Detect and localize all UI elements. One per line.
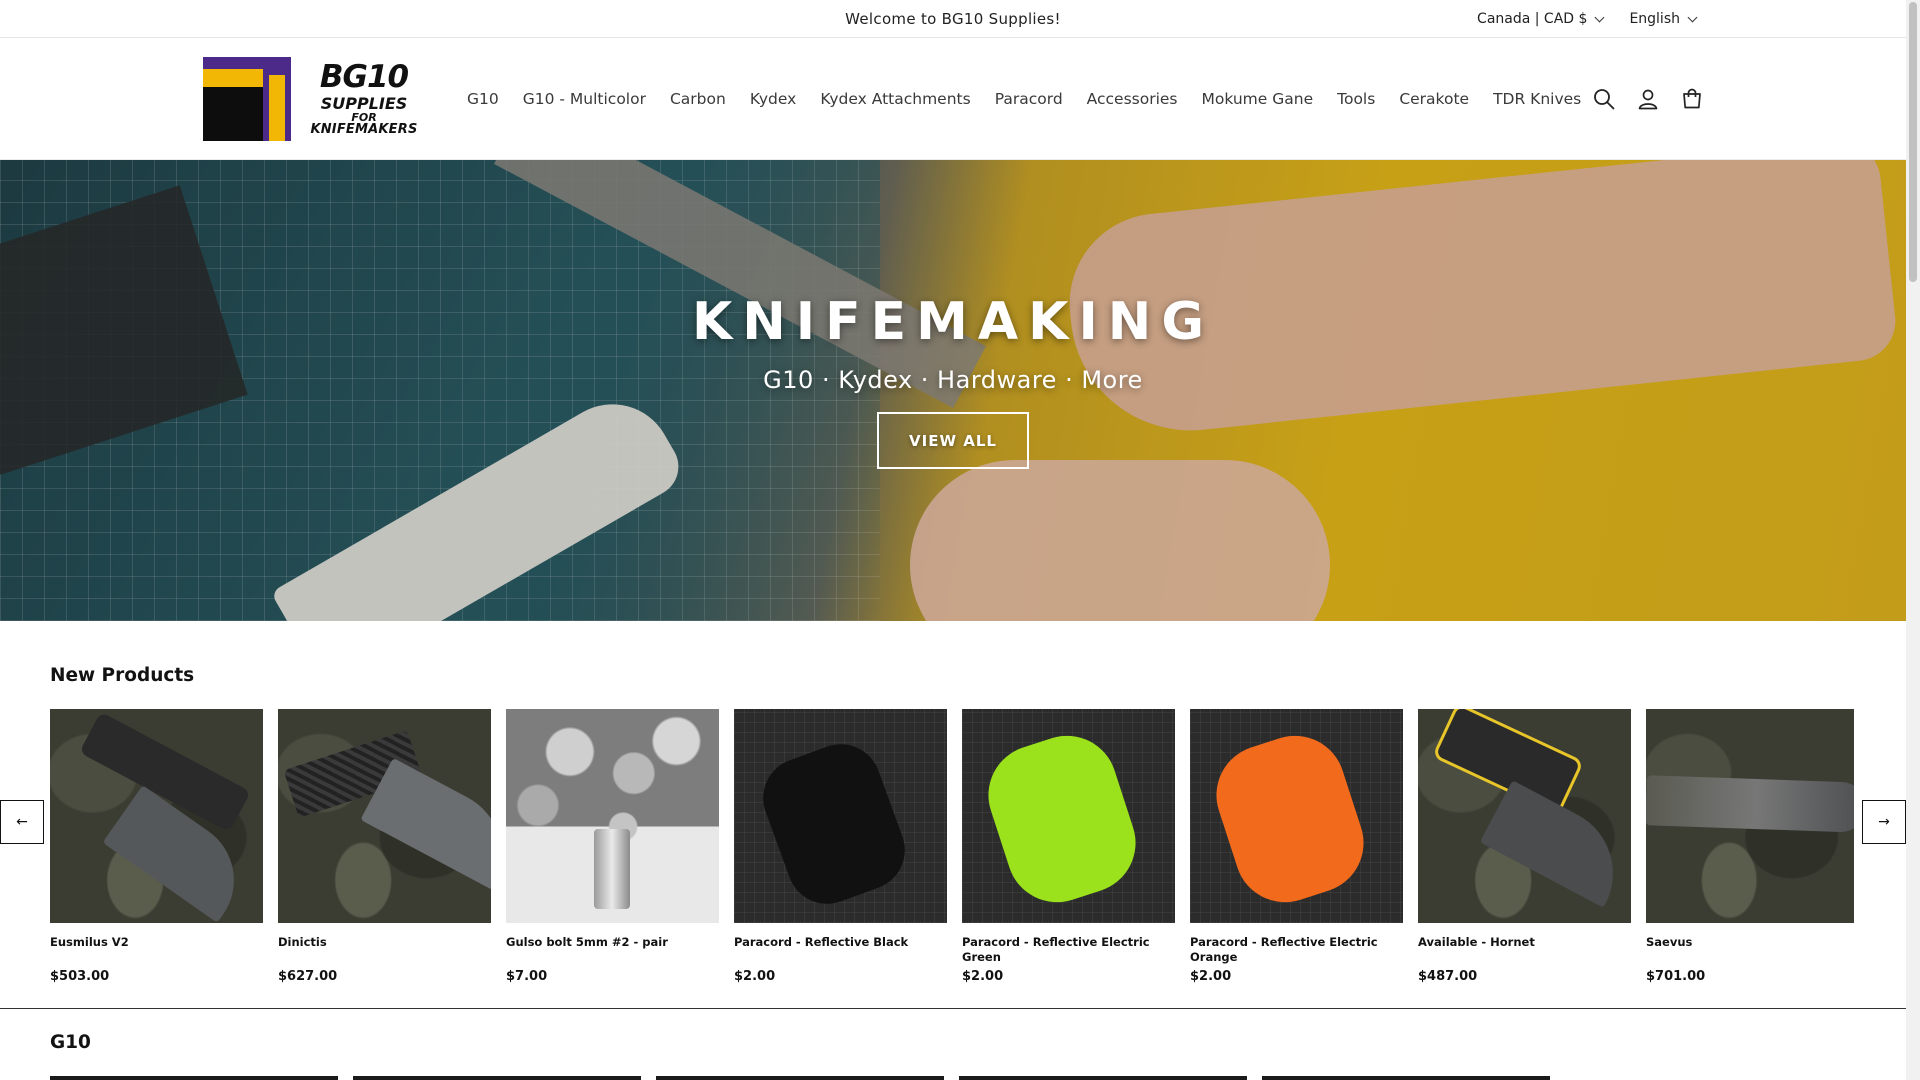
language-selector[interactable]: English bbox=[1629, 11, 1698, 27]
product-image[interactable] bbox=[506, 709, 719, 923]
product-name[interactable]: Paracord - Reflective Electric Orange bbox=[1190, 935, 1403, 967]
logo-line-2: SUPPLIES bbox=[320, 93, 408, 113]
page: Welcome to BG10 Supplies! Canada | CAD $… bbox=[0, 0, 1906, 1080]
site-header: BG10 SUPPLIES FOR KNIFEMAKERS G10 G10 - … bbox=[0, 38, 1906, 160]
g10-section-title: G10 bbox=[50, 1032, 91, 1053]
product-name[interactable]: Eusmilus V2 bbox=[50, 935, 263, 967]
nav-item-tdr-knives[interactable]: TDR Knives bbox=[1481, 90, 1593, 108]
product-card[interactable]: Paracord - Reflective Electric Orange $2… bbox=[1190, 709, 1403, 984]
section-title: New Products bbox=[50, 665, 195, 686]
product-card[interactable]: Paracord - Reflective Black $2.00 bbox=[734, 709, 947, 984]
logo-wordmark: BG10 SUPPLIES FOR KNIFEMAKERS bbox=[303, 57, 425, 141]
nav-item-kydex[interactable]: Kydex bbox=[738, 90, 809, 108]
product-price: $487.00 bbox=[1418, 969, 1478, 984]
language-selector-label: English bbox=[1629, 11, 1680, 27]
localization-selectors: Canada | CAD $ English bbox=[1477, 0, 1698, 38]
product-card[interactable]: Dinictis $627.00 bbox=[278, 709, 491, 984]
product-name[interactable]: Paracord - Reflective Black bbox=[734, 935, 947, 967]
nav-item-kydex-attachments[interactable]: Kydex Attachments bbox=[808, 90, 982, 108]
product-price: $2.00 bbox=[1190, 969, 1232, 984]
new-products-section: New Products Eusmilus V2 $503.00 Dinicti… bbox=[0, 621, 1906, 984]
nav-item-mokume-gane[interactable]: Mokume Gane bbox=[1190, 90, 1326, 108]
section-divider bbox=[0, 1008, 1906, 1009]
product-price: $2.00 bbox=[734, 969, 776, 984]
product-carousel: Eusmilus V2 $503.00 Dinictis $627.00 Gul… bbox=[50, 709, 1856, 984]
product-card[interactable]: Eusmilus V2 $503.00 bbox=[50, 709, 263, 984]
product-name[interactable]: Dinictis bbox=[278, 935, 491, 967]
carousel-next-button[interactable]: → bbox=[1862, 800, 1906, 844]
product-price: $701.00 bbox=[1646, 969, 1706, 984]
product-image[interactable] bbox=[1418, 709, 1631, 923]
main-nav: G10 G10 - Multicolor Carbon Kydex Kydex … bbox=[455, 90, 1593, 108]
product-image[interactable] bbox=[278, 709, 491, 923]
logo-line-4: KNIFEMAKERS bbox=[310, 121, 418, 137]
search-icon[interactable] bbox=[1593, 88, 1615, 110]
product-price: $503.00 bbox=[50, 969, 110, 984]
g10-card-top[interactable] bbox=[1262, 1076, 1550, 1080]
nav-item-g10[interactable]: G10 bbox=[455, 90, 511, 108]
product-price: $7.00 bbox=[506, 969, 548, 984]
country-selector[interactable]: Canada | CAD $ bbox=[1477, 11, 1605, 27]
product-image[interactable] bbox=[734, 709, 947, 923]
cart-icon[interactable] bbox=[1681, 88, 1703, 110]
product-name[interactable]: Saevus bbox=[1646, 935, 1854, 967]
product-card[interactable]: Saevus $701.00 bbox=[1646, 709, 1854, 984]
product-name[interactable]: Gulso bolt 5mm #2 - pair bbox=[506, 935, 719, 967]
product-card[interactable]: Gulso bolt 5mm #2 - pair $7.00 bbox=[506, 709, 719, 984]
country-selector-label: Canada | CAD $ bbox=[1477, 11, 1588, 27]
hero-title: KNIFEMAKING bbox=[691, 292, 1215, 352]
g10-product-strip bbox=[50, 1076, 1550, 1080]
product-image[interactable] bbox=[1190, 709, 1403, 923]
product-card[interactable]: Available - Hornet $487.00 bbox=[1418, 709, 1631, 984]
nav-item-paracord[interactable]: Paracord bbox=[983, 90, 1075, 108]
product-image[interactable] bbox=[1646, 709, 1854, 923]
nav-item-cerakote[interactable]: Cerakote bbox=[1387, 90, 1481, 108]
chevron-down-icon bbox=[1594, 12, 1605, 22]
nav-item-carbon[interactable]: Carbon bbox=[658, 90, 738, 108]
hero-subtitle: G10 · Kydex · Hardware · More bbox=[763, 366, 1143, 394]
logo-line-3: FOR bbox=[351, 110, 377, 124]
view-all-button[interactable]: VIEW ALL bbox=[877, 412, 1029, 469]
logo-line-1: BG10 bbox=[319, 58, 409, 95]
product-card[interactable]: Paracord - Reflective Electric Green $2.… bbox=[962, 709, 1175, 984]
g10-card-top[interactable] bbox=[656, 1076, 944, 1080]
chevron-down-icon bbox=[1687, 12, 1698, 22]
product-price: $2.00 bbox=[962, 969, 1004, 984]
scrollbar-thumb[interactable] bbox=[1909, 2, 1917, 282]
announcement-bar: Welcome to BG10 Supplies! Canada | CAD $… bbox=[0, 0, 1906, 38]
header-icons bbox=[1593, 88, 1703, 110]
product-image[interactable] bbox=[50, 709, 263, 923]
announcement-text: Welcome to BG10 Supplies! bbox=[845, 9, 1061, 28]
account-icon[interactable] bbox=[1637, 88, 1659, 110]
nav-item-tools[interactable]: Tools bbox=[1325, 90, 1387, 108]
product-image[interactable] bbox=[962, 709, 1175, 923]
logo-mark-icon bbox=[203, 56, 291, 141]
g10-card-top[interactable] bbox=[959, 1076, 1247, 1080]
nav-item-g10-multicolor[interactable]: G10 - Multicolor bbox=[511, 90, 658, 108]
page-scrollbar[interactable] bbox=[1906, 0, 1920, 1080]
logo[interactable]: BG10 SUPPLIES FOR KNIFEMAKERS bbox=[203, 56, 425, 141]
product-name[interactable]: Available - Hornet bbox=[1418, 935, 1631, 967]
hero-banner: KNIFEMAKING G10 · Kydex · Hardware · Mor… bbox=[0, 160, 1906, 621]
nav-item-accessories[interactable]: Accessories bbox=[1075, 90, 1190, 108]
hero-content: KNIFEMAKING G10 · Kydex · Hardware · Mor… bbox=[0, 160, 1906, 621]
carousel-prev-button[interactable]: ← bbox=[0, 800, 44, 844]
g10-card-top[interactable] bbox=[353, 1076, 641, 1080]
g10-card-top[interactable] bbox=[50, 1076, 338, 1080]
product-price: $627.00 bbox=[278, 969, 338, 984]
product-name[interactable]: Paracord - Reflective Electric Green bbox=[962, 935, 1175, 967]
